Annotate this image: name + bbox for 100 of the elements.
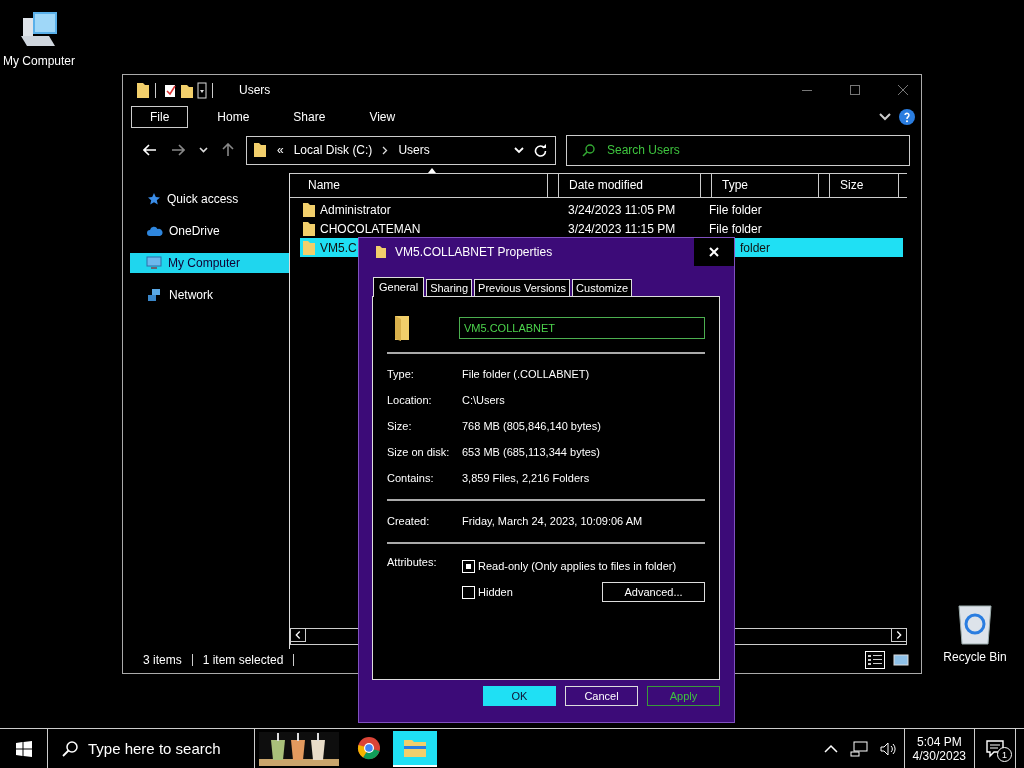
dialog-tab[interactable]: Previous Versions — [474, 279, 571, 296]
ribbon-tab[interactable]: Share — [278, 106, 341, 128]
date-modified: 3/24/2023 11:15 PM — [568, 221, 676, 236]
folder-icon — [253, 142, 267, 158]
checkbox[interactable] — [462, 585, 475, 599]
file-explorer-app-button[interactable] — [393, 730, 437, 767]
details-view-icon[interactable] — [865, 651, 885, 669]
property-value: 3,859 Files, 2,216 Folders — [462, 472, 590, 484]
property-label: Type: — [387, 368, 415, 380]
help-icon[interactable] — [899, 109, 915, 125]
property-label: Size on disk: — [387, 446, 451, 458]
clock-date: 4/30/2023 — [912, 748, 966, 763]
windows-logo-icon — [15, 740, 32, 757]
dialog-button[interactable]: Apply — [647, 686, 720, 706]
window-title: Users — [239, 83, 271, 97]
property-label: Location: — [387, 394, 433, 406]
column-header[interactable]: Date modified — [558, 174, 701, 197]
back-arrow-icon[interactable] — [143, 144, 157, 156]
file-name: CHOCOLATEMAN — [320, 221, 421, 236]
notification-count: 1 — [997, 747, 1012, 762]
file-name: Administrator — [320, 202, 391, 217]
star-icon — [147, 192, 161, 206]
search-icon — [62, 741, 78, 757]
dialog-button[interactable]: OK — [483, 686, 556, 706]
property-value: 653 MB (685,113,344 bytes) — [462, 446, 600, 458]
close-icon[interactable] — [897, 84, 909, 96]
breadcrumb-item[interactable]: Users — [398, 143, 430, 157]
ribbon-tab[interactable]: File — [131, 106, 189, 128]
breadcrumb-overflow[interactable]: « — [277, 143, 284, 157]
property-value: 768 MB (805,846,140 bytes) — [462, 420, 601, 432]
refresh-icon[interactable] — [534, 143, 547, 157]
property-value: File folder (.COLLABNET) — [462, 368, 590, 380]
chevron-right-icon — [382, 145, 389, 155]
nav-item[interactable]: Quick access — [131, 189, 289, 209]
notification-button[interactable]: 1 — [975, 729, 1015, 768]
volume-icon[interactable] — [879, 740, 896, 757]
property-label: Size: — [387, 420, 413, 432]
close-icon — [709, 247, 719, 257]
file-type: folder — [740, 240, 771, 255]
address-bar[interactable]: « Local Disk (C:) Users — [246, 135, 556, 165]
desktop-icon-label[interactable]: Recycle Bin — [943, 650, 1007, 664]
attributes-label: Attributes: — [387, 556, 438, 570]
advanced-button[interactable]: Advanced... — [602, 582, 705, 602]
folder-icon — [302, 239, 316, 256]
nav-item[interactable]: My Computer — [130, 253, 289, 273]
folder-icon — [375, 245, 387, 259]
ribbon-tab[interactable]: Home — [202, 106, 265, 128]
scroll-right-icon[interactable] — [891, 628, 907, 642]
folder-icon — [302, 201, 316, 218]
name-field[interactable]: VM5.COLLABNET — [459, 317, 705, 339]
close-button[interactable] — [694, 238, 734, 266]
network-icon — [147, 288, 163, 302]
nav-item[interactable]: OneDrive — [131, 221, 289, 241]
property-value: C:\Users — [462, 394, 505, 406]
date-modified: 3/24/2023 11:05 PM — [568, 202, 676, 217]
dialog-tab[interactable]: Sharing — [426, 279, 473, 296]
recycle-bin-icon[interactable] — [955, 602, 995, 646]
folder-icon — [403, 737, 427, 758]
cloud-icon — [147, 226, 163, 236]
search-field[interactable]: Search Users — [566, 134, 910, 166]
chevron-up-icon[interactable] — [823, 743, 838, 754]
file-type: File folder — [709, 202, 762, 217]
browser-icon — [357, 735, 381, 760]
file-name: VM5.C — [320, 240, 357, 255]
search-icon — [582, 143, 595, 157]
file-row[interactable]: CHOCOLATEMAN 3/24/2023 11:15 PM File folder — [300, 219, 903, 238]
dialog-title: VM5.COLLABNET Properties — [395, 245, 553, 259]
breadcrumb-item[interactable]: Local Disk (C:) — [293, 143, 373, 157]
clock[interactable]: 5:04 PM 4/30/2023 — [903, 729, 975, 768]
checkbox-label[interactable]: Hidden — [478, 586, 513, 598]
status-text: 1 item selected — [202, 653, 284, 667]
status-text: 3 items — [143, 653, 182, 667]
up-arrow-icon[interactable] — [222, 143, 234, 157]
ribbon-tab[interactable]: View — [354, 106, 411, 128]
file-type: File folder — [709, 221, 762, 236]
computer-icon — [146, 256, 162, 270]
dialog-button[interactable]: Cancel — [565, 686, 638, 706]
scroll-left-icon[interactable] — [290, 628, 306, 642]
folder-icon — [302, 220, 316, 237]
dialog-tab[interactable]: Customize — [572, 279, 633, 296]
property-label: Contains: — [387, 472, 435, 484]
column-header[interactable]: Type — [711, 174, 819, 197]
checkbox[interactable] — [462, 559, 475, 573]
property-label: Created: — [387, 515, 431, 527]
chevron-down-icon[interactable] — [199, 147, 208, 153]
dialog-tab[interactable]: General — [373, 277, 425, 297]
maximize-icon[interactable] — [849, 84, 861, 96]
large-icons-view-icon[interactable] — [893, 653, 909, 667]
column-header[interactable]: Name — [290, 174, 548, 197]
desktop-icon-label[interactable]: My Computer — [3, 54, 75, 68]
column-header[interactable]: Size — [829, 174, 899, 197]
sort-caret-icon — [428, 168, 436, 173]
file-row[interactable]: Administrator 3/24/2023 11:05 PM File folder — [300, 200, 903, 219]
forward-arrow-icon[interactable] — [171, 144, 185, 156]
notification-icon — [986, 739, 1004, 758]
chevron-down-icon[interactable] — [879, 113, 891, 121]
checkbox-label[interactable]: Read-only (Only applies to files in folder) — [478, 560, 677, 572]
network-icon[interactable] — [849, 740, 868, 757]
nav-item[interactable]: Network — [131, 285, 289, 305]
clock-time: 5:04 PM — [916, 734, 962, 749]
